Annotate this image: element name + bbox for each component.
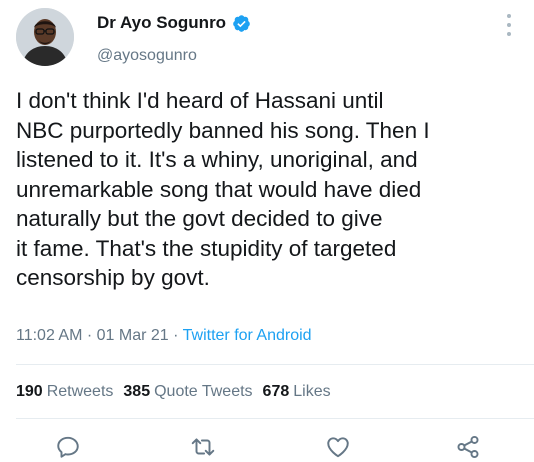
tweet-meta: 11:02 AM · 01 Mar 21 · Twitter for Andro… <box>16 327 312 345</box>
reply-icon[interactable] <box>55 434 81 460</box>
tweet-line: it fame. That's the stupidity of targete… <box>16 235 397 261</box>
likes-label: Likes <box>293 383 331 400</box>
display-name[interactable]: Dr Ayo Sogunro <box>97 13 226 33</box>
tweet-source-link[interactable]: Twitter for Android <box>183 327 312 344</box>
quote-tweets-label: Quote Tweets <box>154 383 253 400</box>
retweet-icon[interactable] <box>190 434 216 460</box>
retweets-label: Retweets <box>46 383 114 400</box>
tweet-line: listened to it. It's a whiny, unoriginal… <box>16 147 418 172</box>
author-handle[interactable]: @ayosogunro <box>97 47 197 65</box>
meta-separator: · <box>82 327 97 344</box>
likes-stat[interactable]: 678 Likes <box>263 383 331 401</box>
tweet-date: 01 Mar 21 <box>96 327 169 344</box>
meta-separator: · <box>168 327 183 344</box>
tweet-line: naturally but the govt decided to give <box>16 206 383 231</box>
divider <box>16 364 534 365</box>
verified-badge-icon <box>233 14 250 32</box>
tweet-time: 11:02 AM <box>16 327 83 344</box>
tweet-line: I don't think I'd heard of Hassani until <box>16 88 384 113</box>
divider <box>16 418 534 419</box>
quote-tweets-count: 385 <box>123 383 151 400</box>
avatar[interactable] <box>16 8 74 66</box>
tweet-text: I don't think I'd heard of Hassani until… <box>16 86 521 293</box>
action-bar <box>0 434 534 462</box>
engagement-stats: 190 Retweets 385 Quote Tweets 678 Likes <box>16 383 331 401</box>
share-icon[interactable] <box>455 434 481 460</box>
quote-tweets-stat[interactable]: 385 Quote Tweets <box>123 383 252 401</box>
likes-count: 678 <box>262 383 290 400</box>
author-name-row[interactable]: Dr Ayo Sogunro <box>97 13 251 33</box>
retweets-count: 190 <box>16 383 43 400</box>
tweet-line: censorship by govt. <box>16 265 210 290</box>
like-icon[interactable] <box>325 434 351 460</box>
retweets-stat[interactable]: 190 Retweets <box>16 383 113 401</box>
more-vertical-icon[interactable] <box>506 14 512 36</box>
tweet-line: unremarkable song that would have died <box>16 176 422 202</box>
tweet-line: NBC purportedly banned his song. Then I <box>16 117 430 143</box>
